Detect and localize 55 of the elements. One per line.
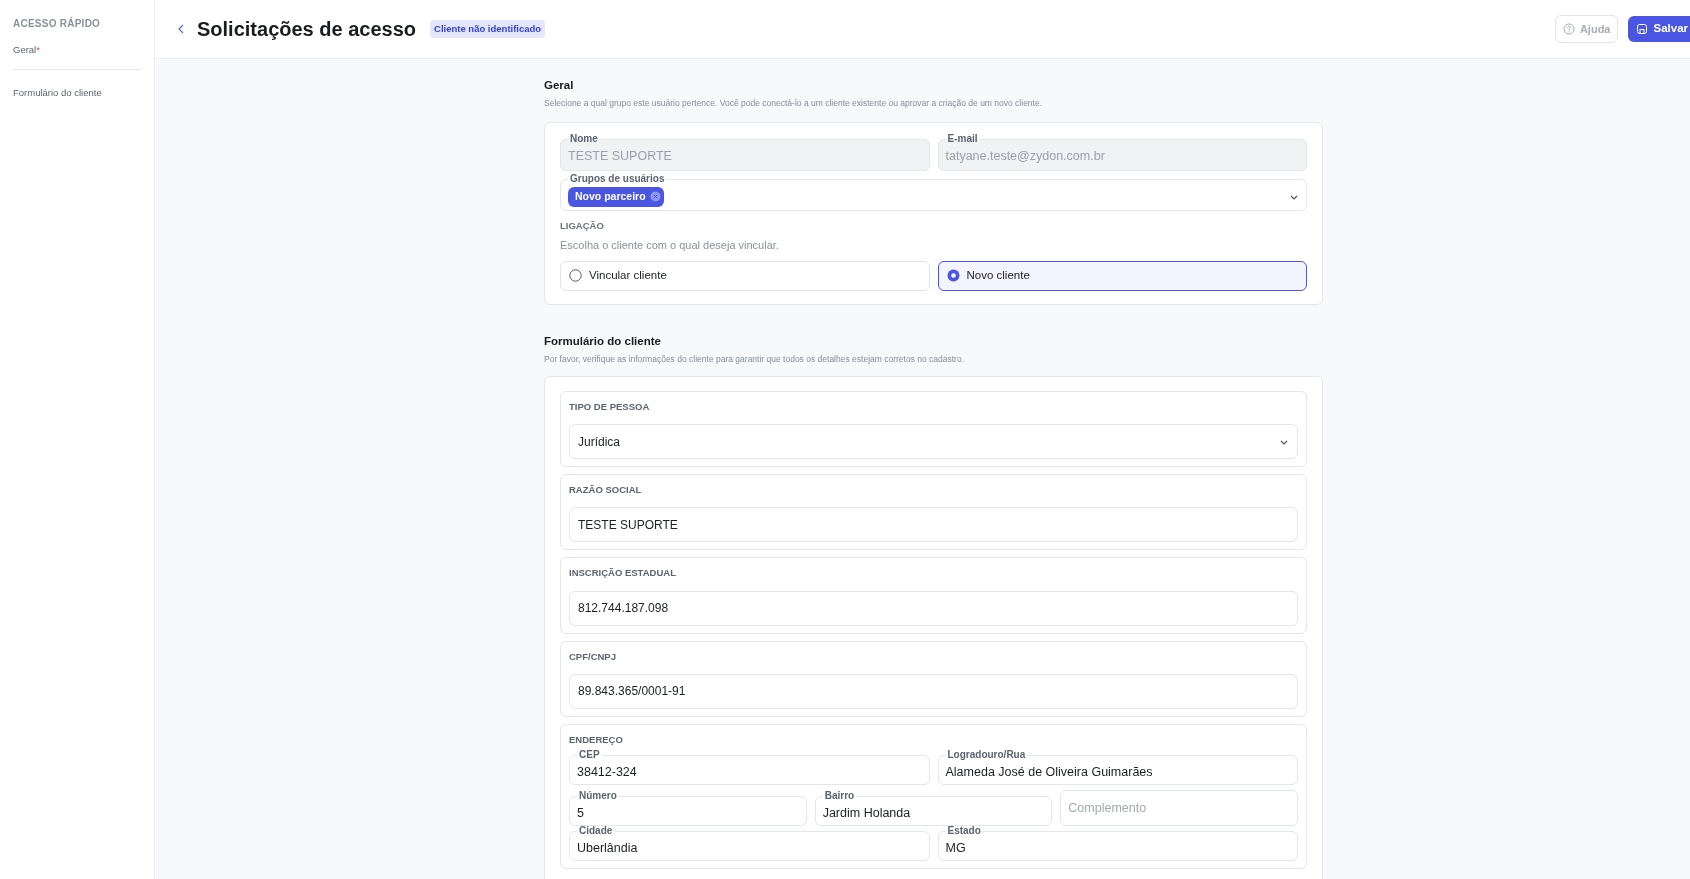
field-value: TESTE SUPORTE — [568, 148, 672, 166]
sidebar-link[interactable]: Formulário do cliente — [13, 87, 102, 98]
group-title: INSCRIÇÃO ESTADUAL — [569, 566, 677, 581]
status-badge: Cliente não identificado — [430, 19, 546, 39]
section-description: Por favor, verifique as informações do cliente para garantir que todos os detalhes estejam corretos no cadastro. — [544, 353, 966, 366]
section-title: Formulário do cliente — [544, 333, 662, 349]
radio-option[interactable]: Vincular cliente — [560, 260, 930, 291]
radio-option[interactable]: Novo cliente — [937, 260, 1307, 291]
sidebar-title: ACESSO RÁPIDO — [13, 16, 102, 31]
field-label: Logradouro/Rua — [946, 749, 1027, 761]
field-label: Número — [578, 790, 618, 802]
field-value: Alameda José de Oliveira Guimarães — [945, 764, 1153, 782]
group-title: ENDEREÇO — [569, 732, 624, 747]
text-field[interactable]: Bairro Jardim Holanda — [814, 790, 1053, 826]
back-icon[interactable] — [177, 24, 185, 34]
text-field[interactable]: 89.843.365/0001-91 — [569, 673, 1298, 709]
text-field[interactable]: CEP 38412-324 — [569, 749, 930, 785]
help-icon — [1562, 23, 1575, 35]
sidebar-link[interactable]: Geral* — [13, 44, 40, 55]
text-field[interactable]: Estado MG — [937, 825, 1298, 861]
group-title: RAZÃO SOCIAL — [569, 483, 643, 497]
select-value: Jurídica — [578, 433, 622, 451]
placeholder: Complemento — [1068, 799, 1147, 817]
field-value: tatyane.teste@zydon.com.br — [945, 148, 1105, 166]
field-label: Nome — [569, 133, 599, 145]
section-title: Geral — [544, 78, 575, 93]
group-title: CPF/CNPJ — [569, 649, 617, 664]
save-button[interactable]: Salvar — [1628, 16, 1690, 42]
radio-icon — [569, 269, 582, 283]
field-label: Bairro — [823, 790, 856, 802]
text-field[interactable]: Número 5 — [569, 790, 807, 826]
select-field[interactable]: Jurídica — [569, 424, 1298, 459]
field-value: Uberlândia — [577, 840, 638, 858]
subsection-title: LIGAÇÃO — [560, 219, 605, 233]
section-description: Selecione a qual grupo este usuário pertence. Você pode conectá-lo a um cliente existente ou aprovar a criação de um novo cliente. — [544, 97, 1044, 110]
text-field[interactable]: Logradouro/Rua Alameda José de Oliveira Guimarães — [937, 749, 1298, 785]
field-label: CEP — [578, 749, 601, 761]
field-value: 38412-324 — [577, 764, 637, 782]
user-groups-select[interactable]: Grupos de usuários Novo parceiro — [560, 173, 1307, 211]
field-label: Grupos de usuários — [569, 173, 666, 185]
field-value: Jardim Holanda — [822, 805, 911, 823]
field-value: 5 — [577, 805, 584, 823]
field-label: Estado — [946, 825, 982, 837]
text-field[interactable]: 812.744.187.098 — [569, 590, 1298, 626]
field-label: E-mail — [946, 133, 979, 145]
field-label: Cidade — [578, 825, 614, 837]
text-field[interactable]: TESTE SUPORTE — [569, 507, 1298, 543]
group-title: TIPO DE PESSOA — [569, 399, 651, 414]
page-title: Solicitações de acesso — [197, 17, 416, 42]
group-tag: Novo parceiro — [568, 186, 664, 207]
radio-checked-icon — [946, 269, 960, 283]
field-value: MG — [945, 840, 966, 858]
save-icon — [1636, 23, 1649, 35]
subsection-description: Escolha o cliente com o qual deseja vincular. — [560, 238, 780, 254]
text-field[interactable]: Cidade Uberlândia — [569, 825, 930, 861]
